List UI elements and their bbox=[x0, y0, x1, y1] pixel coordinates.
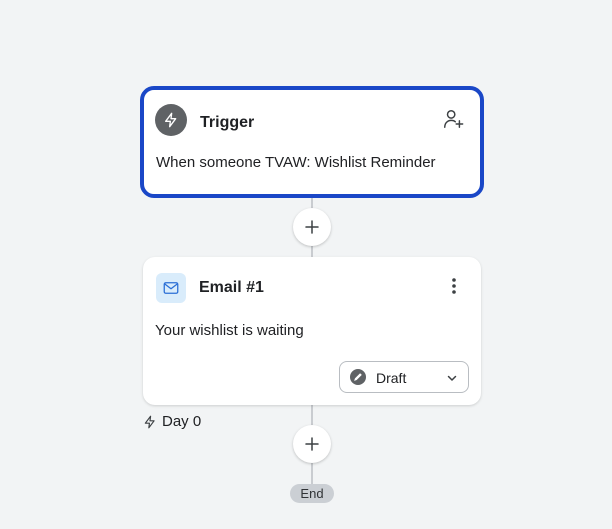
trigger-title: Trigger bbox=[200, 114, 255, 131]
plus-icon bbox=[305, 437, 319, 451]
trigger-description: When someone TVAW: Wishlist Reminder bbox=[156, 154, 436, 171]
plus-icon bbox=[305, 220, 319, 234]
user-plus-icon[interactable] bbox=[442, 108, 464, 130]
add-step-button[interactable] bbox=[293, 425, 331, 463]
delay-text: Day 0 bbox=[162, 413, 202, 430]
add-step-button[interactable] bbox=[293, 208, 331, 246]
status-dropdown[interactable]: Draft bbox=[339, 361, 469, 393]
mail-icon bbox=[156, 273, 186, 303]
end-badge: End bbox=[290, 484, 334, 503]
email-title: Email #1 bbox=[199, 279, 264, 296]
status-label: Draft bbox=[376, 370, 407, 386]
chevron-down-icon bbox=[447, 375, 457, 381]
email-card[interactable]: Email #1 Your wishlist is waiting Draft bbox=[143, 257, 481, 405]
trigger-card[interactable]: Trigger When someone TVAW: Wishlist Remi… bbox=[140, 86, 484, 198]
lightning-icon bbox=[155, 104, 187, 136]
more-vertical-icon[interactable] bbox=[445, 275, 463, 297]
delay-label: Day 0 bbox=[143, 413, 201, 430]
email-subject: Your wishlist is waiting bbox=[155, 322, 304, 339]
pencil-icon bbox=[350, 369, 366, 385]
lightning-icon bbox=[144, 415, 155, 428]
